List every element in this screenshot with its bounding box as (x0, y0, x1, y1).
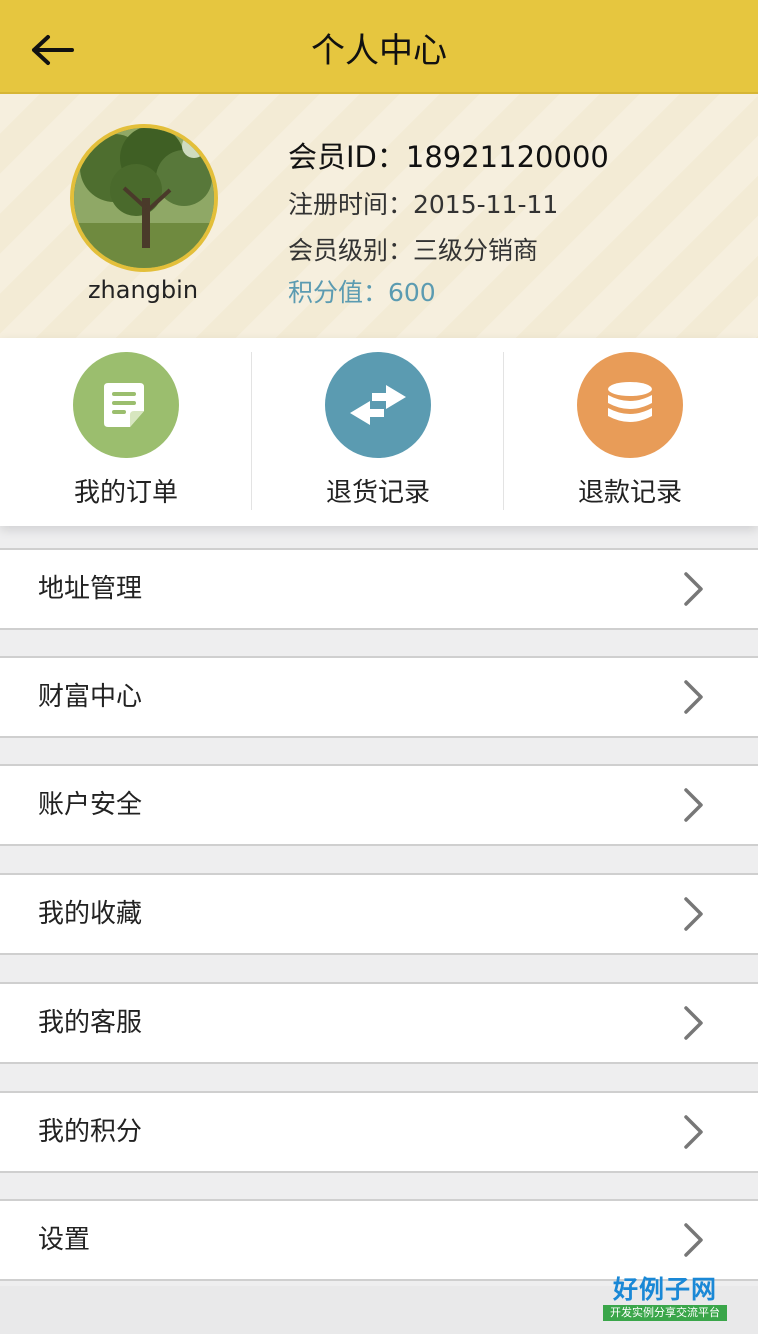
my-orders-label: 我的订单 (73, 478, 178, 508)
chevron-right-icon (684, 788, 703, 822)
menu-item-label: 设置 (38, 1225, 91, 1255)
username: zhangbin (87, 276, 199, 304)
avatar[interactable] (70, 124, 218, 272)
menu-item-customer-service[interactable]: 我的客服 (0, 982, 758, 1064)
document-icon (73, 352, 179, 458)
menu-item-label: 地址管理 (38, 574, 143, 604)
member-info: 会员ID：18921120000 注册时间：2015-11-11 会员级别：三级… (288, 134, 609, 314)
points-value: 积分值：600 (288, 278, 436, 307)
menu-item-label: 我的客服 (38, 1008, 143, 1038)
menu-item-label: 我的积分 (38, 1117, 143, 1147)
menu-item-settings[interactable]: 设置 (0, 1199, 758, 1281)
database-stack-icon (577, 352, 683, 458)
chevron-right-icon (684, 572, 703, 606)
refund-records-button[interactable]: 退款记录 (504, 338, 756, 526)
menu-item-favorites[interactable]: 我的收藏 (0, 873, 758, 955)
chevron-right-icon (684, 1115, 703, 1149)
return-records-label: 退货记录 (325, 478, 430, 508)
registration-time: 注册时间：2015-11-11 (288, 190, 559, 219)
brand-logo: 好例子网 开发实例分享交流平台 (600, 1275, 730, 1321)
menu-item-label: 账户安全 (38, 790, 143, 820)
member-id: 会员ID：18921120000 (288, 140, 609, 174)
menu-item-wealth[interactable]: 财富中心 (0, 656, 758, 738)
profile-card: zhangbin 会员ID：18921120000 注册时间：2015-11-1… (0, 94, 758, 338)
return-records-button[interactable]: 退货记录 (252, 338, 504, 526)
my-orders-button[interactable]: 我的订单 (0, 338, 252, 526)
app-header: 个人中心 (0, 0, 758, 94)
arrow-left-icon (32, 35, 74, 65)
quick-actions: 我的订单 退货记录 退款记录 (0, 338, 758, 526)
chevron-right-icon (684, 680, 703, 714)
menu-item-points[interactable]: 我的积分 (0, 1091, 758, 1173)
chevron-right-icon (684, 1223, 703, 1257)
back-button[interactable] (22, 22, 82, 78)
chevron-right-icon (684, 1006, 703, 1040)
refund-records-label: 退款记录 (577, 478, 682, 508)
chevron-right-icon (684, 897, 703, 931)
avatar-image (74, 128, 214, 268)
menu-item-label: 财富中心 (38, 682, 143, 712)
menu-item-security[interactable]: 账户安全 (0, 764, 758, 846)
brand-name: 好例子网 (612, 1275, 717, 1304)
menu-item-label: 我的收藏 (38, 899, 143, 929)
page-title: 个人中心 (311, 30, 447, 71)
brand-tagline: 开发实例分享交流平台 (603, 1305, 727, 1321)
exchange-arrows-icon (325, 352, 431, 458)
menu-item-address[interactable]: 地址管理 (0, 548, 758, 630)
member-level: 会员级别：三级分销商 (288, 236, 539, 265)
